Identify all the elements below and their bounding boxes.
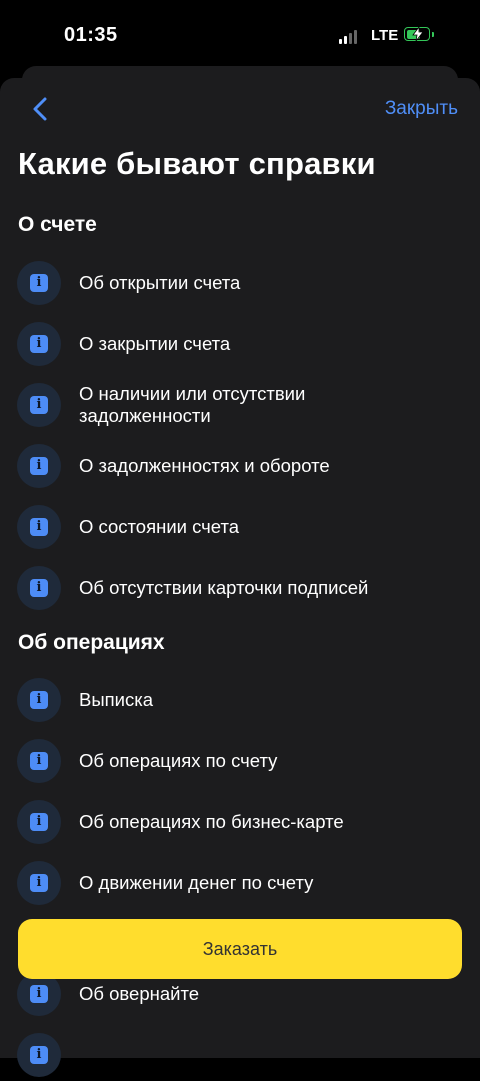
list-item-label: Об операциях по бизнес-карте (79, 811, 344, 832)
section-title-operations: Об операциях (18, 631, 165, 654)
info-icon: i (30, 579, 48, 597)
list-item-label: О закрытии счета (79, 333, 231, 354)
info-icon: i (30, 985, 48, 1003)
list-item-label: О наличии или отсутствии задолженности (79, 383, 306, 426)
list-item[interactable]: i О движении денег по счету (0, 857, 480, 909)
info-icon: i (30, 457, 48, 475)
signal-icon (339, 30, 363, 44)
info-icon: i (30, 874, 48, 892)
info-icon: i (30, 335, 48, 353)
status-bar: 01:35 LTE (0, 0, 480, 70)
list-item[interactable]: i Об операциях по бизнес-карте (0, 796, 480, 848)
list-item[interactable]: i Выписка (0, 674, 480, 726)
close-button[interactable]: Закрыть (385, 98, 458, 120)
back-button[interactable] (28, 94, 54, 124)
section-title-account: О счете (18, 213, 97, 236)
list-item-label: Выписка (79, 689, 154, 710)
info-icon: i (30, 518, 48, 536)
list-item[interactable]: i О закрытии счета (0, 318, 480, 370)
list-item-label: О задолженностях и обороте (79, 455, 330, 476)
list-item[interactable]: i (0, 1029, 480, 1081)
info-icon: i (30, 691, 48, 709)
order-button[interactable]: Заказать (18, 919, 462, 979)
info-icon: i (30, 274, 48, 292)
page-title: Какие бывают справки (18, 146, 376, 181)
list-item-label: Об отсутствии карточки подписей (79, 577, 369, 598)
info-icon: i (30, 752, 48, 770)
info-icon: i (30, 396, 48, 414)
network-type: LTE (371, 27, 399, 44)
list-item-label: О движении денег по счету (79, 872, 314, 893)
list-item[interactable]: i Об операциях по счету (0, 735, 480, 787)
info-icon: i (30, 1046, 48, 1064)
list-item[interactable]: i Об открытии счета (0, 257, 480, 309)
list-item-label: Об операциях по счету (79, 750, 278, 771)
list-item-label: О состоянии счета (79, 516, 240, 537)
list-item[interactable]: i О наличии или отсутствии задолженности (0, 379, 480, 431)
list-item[interactable]: i О задолженностях и обороте (0, 440, 480, 492)
list-item-label: Об открытии счета (79, 272, 241, 293)
status-time: 01:35 (64, 24, 118, 46)
list-item[interactable]: i О состоянии счета (0, 501, 480, 553)
chevron-left-icon (33, 97, 47, 121)
info-icon: i (30, 813, 48, 831)
battery-icon (404, 27, 434, 41)
list-item[interactable]: i Об отсутствии карточки подписей (0, 562, 480, 614)
